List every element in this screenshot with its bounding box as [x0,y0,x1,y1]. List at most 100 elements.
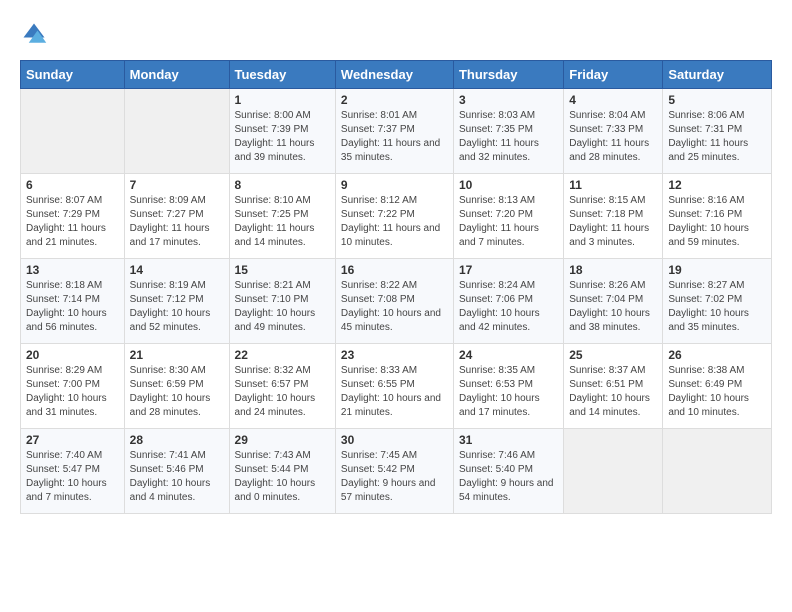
day-number: 28 [130,433,224,447]
cell-info: Sunrise: 8:33 AMSunset: 6:55 PMDaylight:… [341,364,448,420]
cell-info: Sunrise: 8:30 AMSunset: 6:59 PMDaylight:… [130,364,224,420]
logo [20,20,50,48]
cell-info: Sunrise: 8:04 AMSunset: 7:33 PMDaylight:… [569,109,657,165]
day-number: 21 [130,348,224,362]
cell-info: Sunrise: 8:21 AMSunset: 7:10 PMDaylight:… [235,279,330,335]
calendar-cell: 7 Sunrise: 8:09 AMSunset: 7:27 PMDaylight… [124,174,229,259]
day-number: 15 [235,263,330,277]
weekday-header-saturday: Saturday [663,61,772,89]
calendar-cell: 16 Sunrise: 8:22 AMSunset: 7:08 PMDayligh… [335,259,453,344]
calendar-table: SundayMondayTuesdayWednesdayThursdayFrid… [20,60,772,514]
calendar-cell: 1Sunrise: 8:00 AMSunset: 7:39 PMDaylight… [229,89,335,174]
cell-info: Sunrise: 8:19 AMSunset: 7:12 PMDaylight:… [130,279,224,335]
day-number: 10 [459,178,558,192]
cell-info: Sunrise: 8:16 AMSunset: 7:16 PMDaylight:… [668,194,766,250]
cell-info: Sunrise: 8:13 AMSunset: 7:20 PMDaylight:… [459,194,558,250]
cell-info: Sunrise: 8:07 AMSunset: 7:29 PMDaylight:… [26,194,119,250]
weekday-header-friday: Friday [564,61,663,89]
calendar-cell: 10 Sunrise: 8:13 AMSunset: 7:20 PMDayligh… [453,174,563,259]
calendar-cell: 15 Sunrise: 8:21 AMSunset: 7:10 PMDayligh… [229,259,335,344]
calendar-cell: 23 Sunrise: 8:33 AMSunset: 6:55 PMDayligh… [335,344,453,429]
calendar-cell [21,89,125,174]
header [20,20,772,48]
day-number: 9 [341,178,448,192]
day-number: 18 [569,263,657,277]
cell-info: Sunrise: 8:24 AMSunset: 7:06 PMDaylight:… [459,279,558,335]
calendar-cell: 8 Sunrise: 8:10 AMSunset: 7:25 PMDaylight… [229,174,335,259]
day-number: 7 [130,178,224,192]
day-number: 5 [668,93,766,107]
day-number: 29 [235,433,330,447]
week-row-5: 27 Sunrise: 7:40 AMSunset: 5:47 PMDayligh… [21,429,772,514]
day-number: 6 [26,178,119,192]
calendar-cell: 2 Sunrise: 8:01 AMSunset: 7:37 PMDaylight… [335,89,453,174]
calendar-cell: 28 Sunrise: 7:41 AMSunset: 5:46 PMDayligh… [124,429,229,514]
calendar-cell: 18Sunrise: 8:26 AMSunset: 7:04 PMDayligh… [564,259,663,344]
calendar-cell: 30Sunrise: 7:45 AMSunset: 5:42 PMDayligh… [335,429,453,514]
cell-info: Sunrise: 8:29 AMSunset: 7:00 PMDaylight:… [26,364,119,420]
day-number: 22 [235,348,330,362]
cell-info: Sunrise: 8:01 AMSunset: 7:37 PMDaylight:… [341,109,448,165]
cell-info: Sunrise: 7:40 AMSunset: 5:47 PMDaylight:… [26,449,119,505]
day-number: 27 [26,433,119,447]
cell-info: Sunrise: 8:10 AMSunset: 7:25 PMDaylight:… [235,194,330,250]
cell-info: Sunrise: 7:41 AMSunset: 5:46 PMDaylight:… [130,449,224,505]
calendar-cell: 31 Sunrise: 7:46 AMSunset: 5:40 PMDayligh… [453,429,563,514]
calendar-cell: 6 Sunrise: 8:07 AMSunset: 7:29 PMDaylight… [21,174,125,259]
calendar-cell: 4 Sunrise: 8:04 AMSunset: 7:33 PMDaylight… [564,89,663,174]
calendar-container: SundayMondayTuesdayWednesdayThursdayFrid… [0,0,792,524]
calendar-cell: 26 Sunrise: 8:38 AMSunset: 6:49 PMDayligh… [663,344,772,429]
cell-info: Sunrise: 8:03 AMSunset: 7:35 PMDaylight:… [459,109,558,165]
weekday-header-tuesday: Tuesday [229,61,335,89]
calendar-cell: 29Sunrise: 7:43 AMSunset: 5:44 PMDayligh… [229,429,335,514]
calendar-cell: 5 Sunrise: 8:06 AMSunset: 7:31 PMDaylight… [663,89,772,174]
calendar-cell [564,429,663,514]
weekday-header-wednesday: Wednesday [335,61,453,89]
calendar-cell: 20 Sunrise: 8:29 AMSunset: 7:00 PMDayligh… [21,344,125,429]
calendar-cell: 13 Sunrise: 8:18 AMSunset: 7:14 PMDayligh… [21,259,125,344]
day-number: 3 [459,93,558,107]
cell-info: Sunrise: 8:38 AMSunset: 6:49 PMDaylight:… [668,364,766,420]
day-number: 26 [668,348,766,362]
day-number: 23 [341,348,448,362]
calendar-cell [663,429,772,514]
day-number: 20 [26,348,119,362]
cell-info: Sunrise: 8:15 AMSunset: 7:18 PMDaylight:… [569,194,657,250]
day-number: 12 [668,178,766,192]
cell-info: Sunrise: 8:22 AMSunset: 7:08 PMDaylight:… [341,279,448,335]
cell-info: Sunrise: 8:32 AMSunset: 6:57 PMDaylight:… [235,364,330,420]
day-number: 31 [459,433,558,447]
weekday-header-sunday: Sunday [21,61,125,89]
cell-info: Sunrise: 8:09 AMSunset: 7:27 PMDaylight:… [130,194,224,250]
calendar-cell: 3 Sunrise: 8:03 AMSunset: 7:35 PMDaylight… [453,89,563,174]
cell-info: Sunrise: 8:12 AMSunset: 7:22 PMDaylight:… [341,194,448,250]
calendar-cell: 14 Sunrise: 8:19 AMSunset: 7:12 PMDayligh… [124,259,229,344]
calendar-cell: 9 Sunrise: 8:12 AMSunset: 7:22 PMDaylight… [335,174,453,259]
cell-info: Sunrise: 8:37 AMSunset: 6:51 PMDaylight:… [569,364,657,420]
week-row-1: 1Sunrise: 8:00 AMSunset: 7:39 PMDaylight… [21,89,772,174]
day-number: 19 [668,263,766,277]
calendar-cell: 17 Sunrise: 8:24 AMSunset: 7:06 PMDayligh… [453,259,563,344]
cell-info: Sunrise: 7:46 AMSunset: 5:40 PMDaylight:… [459,449,558,505]
logo-icon [20,20,48,48]
day-number: 13 [26,263,119,277]
day-number: 2 [341,93,448,107]
calendar-cell: 22 Sunrise: 8:32 AMSunset: 6:57 PMDayligh… [229,344,335,429]
day-number: 14 [130,263,224,277]
day-number: 11 [569,178,657,192]
cell-info: Sunrise: 8:18 AMSunset: 7:14 PMDaylight:… [26,279,119,335]
day-number: 30 [341,433,448,447]
cell-info: Sunrise: 8:06 AMSunset: 7:31 PMDaylight:… [668,109,766,165]
calendar-cell: 27 Sunrise: 7:40 AMSunset: 5:47 PMDayligh… [21,429,125,514]
week-row-4: 20 Sunrise: 8:29 AMSunset: 7:00 PMDayligh… [21,344,772,429]
day-number: 17 [459,263,558,277]
day-number: 4 [569,93,657,107]
day-number: 24 [459,348,558,362]
weekday-header-thursday: Thursday [453,61,563,89]
calendar-cell: 25Sunrise: 8:37 AMSunset: 6:51 PMDayligh… [564,344,663,429]
calendar-cell [124,89,229,174]
day-number: 8 [235,178,330,192]
day-number: 16 [341,263,448,277]
week-row-3: 13 Sunrise: 8:18 AMSunset: 7:14 PMDayligh… [21,259,772,344]
calendar-cell: 19Sunrise: 8:27 AMSunset: 7:02 PMDayligh… [663,259,772,344]
